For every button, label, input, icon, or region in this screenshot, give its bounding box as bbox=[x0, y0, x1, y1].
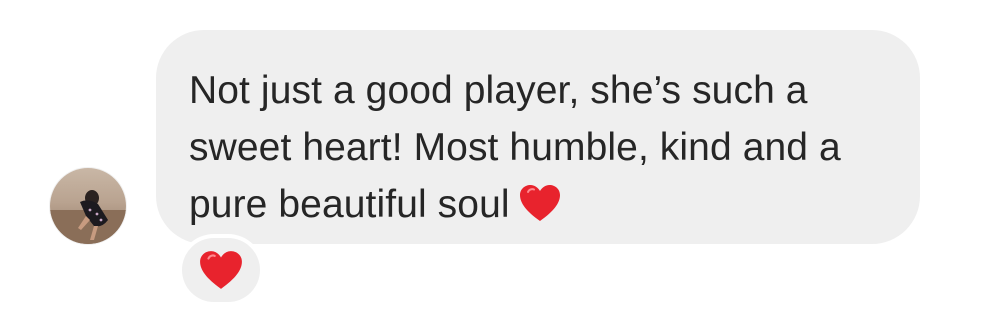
message-body: Not just a good player, she’s such a swe… bbox=[189, 62, 884, 233]
message-bubble[interactable]: Not just a good player, she’s such a swe… bbox=[156, 30, 920, 244]
sender-avatar[interactable] bbox=[50, 168, 126, 244]
avatar-photo bbox=[50, 168, 126, 244]
reaction-badge[interactable] bbox=[182, 238, 260, 302]
heart-icon bbox=[518, 182, 562, 222]
message-text: Not just a good player, she’s such a swe… bbox=[189, 69, 841, 226]
heart-icon bbox=[198, 249, 244, 291]
